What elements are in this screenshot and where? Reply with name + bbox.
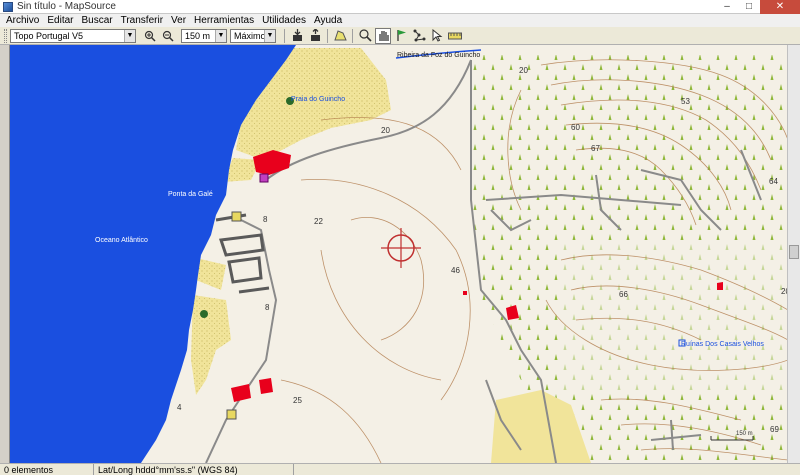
chevron-down-icon: ▼ <box>215 29 226 42</box>
poi-icon <box>226 409 237 420</box>
menu-transferir[interactable]: Transferir <box>117 15 167 26</box>
svg-text:66: 66 <box>619 290 628 299</box>
status-bar: 0 elementos seleccionados Lat/Long hddd°… <box>0 463 800 475</box>
map-canvas[interactable]: Ribeira da Foz do Guincho Praia do Guinc… <box>9 45 787 463</box>
menu-editar[interactable]: Editar <box>43 15 77 26</box>
menu-archivo[interactable]: Archivo <box>2 15 43 26</box>
svg-text:20: 20 <box>381 126 390 135</box>
coordinate-format: Lat/Long hddd°mm'ss.s" (WGS 84) <box>94 463 294 475</box>
send-to-device-icon[interactable] <box>307 28 323 44</box>
menu-buscar[interactable]: Buscar <box>77 15 116 26</box>
svg-text:53: 53 <box>681 97 690 106</box>
svg-text:64: 64 <box>769 177 778 186</box>
zoom-out-icon[interactable] <box>160 28 176 44</box>
svg-text:8: 8 <box>263 215 268 224</box>
zoom-tool-icon[interactable] <box>357 28 373 44</box>
ocean-label: Oceano Atlântico <box>95 237 148 244</box>
title-bar: Sin título - MapSource – □ ✕ <box>0 0 800 14</box>
window-controls: – □ ✕ <box>716 0 800 14</box>
zoom-scale-value: 150 m <box>185 30 211 41</box>
route-tool-icon[interactable] <box>411 28 427 44</box>
map-svg: Ribeira da Foz do Guincho Praia do Guinc… <box>10 45 787 463</box>
svg-text:22: 22 <box>314 217 323 226</box>
map-product-select[interactable]: Topo Portugal V5 ▼ <box>10 28 136 43</box>
toolbar: Topo Portugal V5 ▼ 150 m ▼ Máximo ▼ <box>0 27 800 45</box>
menu-utilidades[interactable]: Utilidades <box>258 15 310 26</box>
chevron-down-icon: ▼ <box>124 29 135 42</box>
toolbar-separator <box>284 28 285 43</box>
scrollbar-thumb[interactable] <box>789 245 799 259</box>
minimize-button[interactable]: – <box>716 0 738 14</box>
svg-text:8: 8 <box>265 303 270 312</box>
toolbar-grip[interactable] <box>4 28 7 43</box>
measure-tool-icon[interactable] <box>447 28 463 44</box>
menu-ayuda[interactable]: Ayuda <box>310 15 346 26</box>
hotel-icon <box>259 173 269 183</box>
toolbar-separator <box>352 28 353 43</box>
detail-level-select[interactable]: Máximo ▼ <box>230 28 276 43</box>
close-button[interactable]: ✕ <box>760 0 800 14</box>
maximize-button[interactable]: □ <box>738 0 760 14</box>
river-label: Ribeira da Foz do Guincho <box>397 52 480 59</box>
chevron-down-icon: ▼ <box>264 29 275 42</box>
hand-tool-icon[interactable] <box>375 27 391 44</box>
selection-status: 0 elementos seleccionados <box>0 463 94 475</box>
scale-bar-label: 150 m <box>736 431 753 437</box>
menu-ver[interactable]: Ver <box>167 15 190 26</box>
svg-text:60: 60 <box>571 123 580 132</box>
svg-text:69: 69 <box>770 425 779 434</box>
ponta-label: Ponta da Galé <box>168 191 213 198</box>
selection-tool-icon[interactable] <box>429 28 445 44</box>
detail-level-value: Máximo <box>234 30 266 41</box>
vertical-scrollbar[interactable] <box>787 45 800 463</box>
svg-text:46: 46 <box>451 266 460 275</box>
zoom-in-icon[interactable] <box>142 28 158 44</box>
ruins-label: Ruínas Dos Casais Velhos <box>681 341 764 348</box>
menu-bar: Archivo Editar Buscar Transferir Ver Her… <box>0 14 800 27</box>
svg-text:25: 25 <box>293 396 302 405</box>
zoom-scale-select[interactable]: 150 m ▼ <box>181 28 227 43</box>
left-panel-edge <box>0 45 9 463</box>
svg-text:20: 20 <box>519 66 528 75</box>
window-title: Sin título - MapSource <box>17 1 116 12</box>
poi-icon <box>231 211 242 222</box>
praia-label: Praia do Guincho <box>291 96 345 103</box>
menu-herramientas[interactable]: Herramientas <box>190 15 258 26</box>
svg-text:4: 4 <box>177 403 182 412</box>
map-tool-icon[interactable] <box>332 28 348 44</box>
beach-poi-icon <box>200 310 208 318</box>
mapsource-app-icon <box>3 1 13 12</box>
toolbar-separator <box>327 28 328 43</box>
receive-from-device-icon[interactable] <box>289 28 305 44</box>
map-product-value: Topo Portugal V5 <box>14 30 84 41</box>
waypoint-tool-icon[interactable] <box>393 28 409 44</box>
svg-text:67: 67 <box>591 144 600 153</box>
